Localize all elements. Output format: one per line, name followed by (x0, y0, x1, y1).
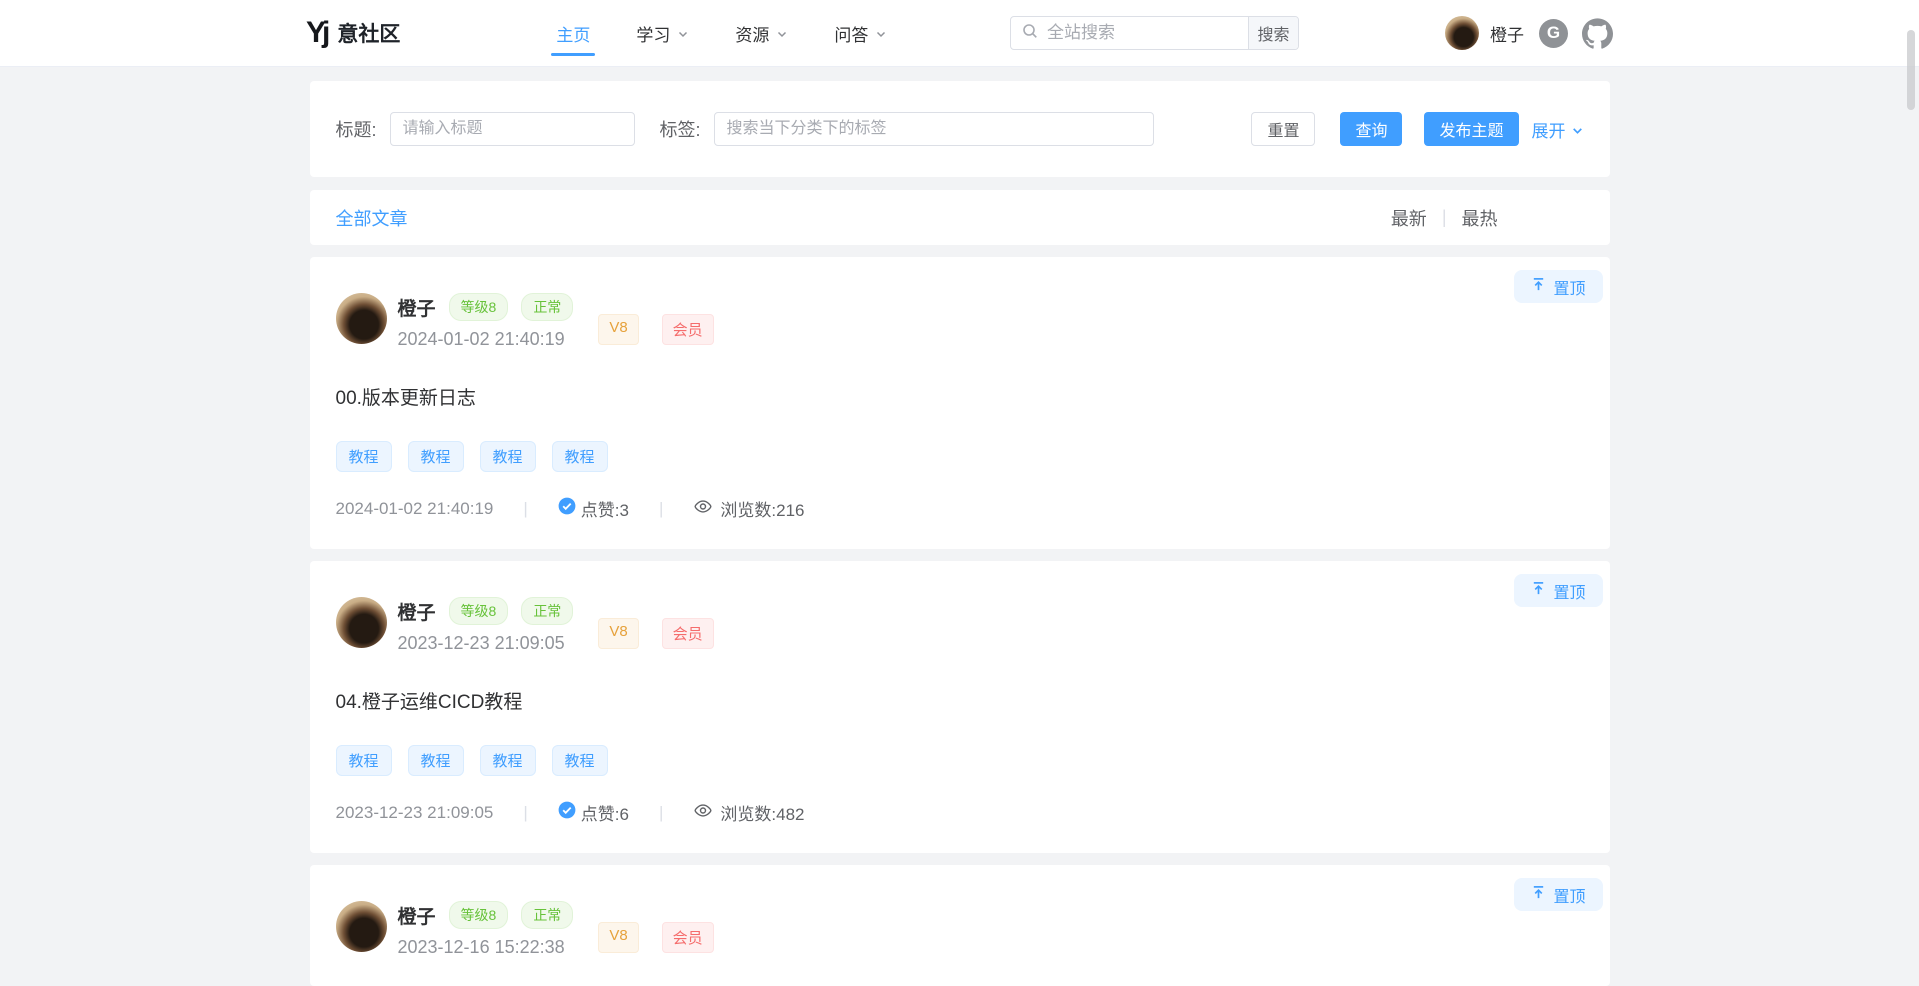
footer-divider: | (659, 499, 663, 519)
views-count: 浏览数:482 (720, 800, 804, 825)
search-button[interactable]: 搜索 (1248, 17, 1298, 49)
chevron-down-icon (875, 28, 887, 40)
search-input[interactable] (1047, 23, 1237, 43)
footer-divider: | (523, 803, 527, 823)
tag-pill[interactable]: 教程 (552, 745, 608, 776)
level-badge: 等级8 (449, 901, 509, 929)
chevron-down-icon (677, 28, 689, 40)
chevron-down-icon (776, 28, 788, 40)
tag-pill[interactable]: 教程 (480, 441, 536, 472)
pin-top-button[interactable]: 置顶 (1514, 878, 1602, 911)
tag-pill[interactable]: 教程 (336, 745, 392, 776)
status-badge: 正常 (521, 597, 573, 625)
pin-top-button[interactable]: 置顶 (1514, 574, 1602, 607)
vip-badge: V8 (598, 618, 638, 649)
post-datetime: 2023-12-23 21:09:05 (398, 633, 574, 654)
post-tags: 教程 教程 教程 教程 (336, 745, 1584, 776)
publish-topic-button[interactable]: 发布主题 (1424, 112, 1518, 146)
post-datetime: 2023-12-16 15:22:38 (398, 937, 574, 958)
views-count: 浏览数:216 (720, 496, 804, 521)
site-logo[interactable]: Yj 意社区 (306, 18, 400, 48)
tag-pill[interactable]: 教程 (336, 441, 392, 472)
footer-datetime: 2023-12-23 21:09:05 (336, 803, 494, 823)
post-card: 置顶 橙子 等级8 正常 2023-12-16 15:22:38 V8 会员 (310, 865, 1610, 986)
like-check-icon (558, 801, 576, 824)
eye-icon (693, 499, 713, 519)
user-avatar[interactable] (1445, 16, 1479, 50)
footer-divider: | (523, 499, 527, 519)
github-icon[interactable] (1582, 18, 1613, 49)
author-name[interactable]: 橙子 (398, 598, 436, 625)
level-badge: 等级8 (449, 293, 509, 321)
post-title[interactable]: 04.橙子运维CICD教程 (336, 687, 1584, 714)
tag-pill[interactable]: 教程 (408, 745, 464, 776)
gitee-icon[interactable]: G (1539, 19, 1568, 48)
likes-count: 点赞:3 (581, 496, 629, 521)
user-name[interactable]: 橙子 (1490, 21, 1524, 46)
query-button[interactable]: 查询 (1340, 112, 1402, 146)
author-avatar[interactable] (336, 293, 387, 344)
arrow-up-from-bar-icon (1531, 277, 1546, 297)
sort-newest[interactable]: 最新 (1391, 205, 1427, 231)
title-filter-label: 标题: (336, 116, 377, 142)
site-title: 意社区 (337, 18, 400, 48)
tag-pill[interactable]: 教程 (408, 441, 464, 472)
arrow-up-from-bar-icon (1531, 581, 1546, 601)
eye-icon (693, 803, 713, 823)
global-search: 搜索 (1010, 16, 1299, 50)
main-nav: 主页 学习 资源 问答 (556, 21, 887, 46)
tag-pill[interactable]: 教程 (552, 441, 608, 472)
level-badge: 等级8 (449, 597, 509, 625)
member-badge: 会员 (662, 314, 714, 345)
post-tags: 教程 教程 教程 教程 (336, 441, 1584, 472)
author-name[interactable]: 橙子 (398, 294, 436, 321)
author-name[interactable]: 橙子 (398, 902, 436, 929)
sort-hottest[interactable]: 最热 (1462, 205, 1498, 231)
title-filter-input[interactable] (390, 112, 635, 146)
author-avatar[interactable] (336, 597, 387, 648)
nav-item-qa[interactable]: 问答 (834, 21, 887, 46)
nav-item-home[interactable]: 主页 (556, 21, 590, 46)
tag-filter-label: 标签: (660, 116, 701, 142)
footer-divider: | (659, 803, 663, 823)
search-icon (1022, 23, 1038, 44)
vip-badge: V8 (598, 314, 638, 345)
nav-item-resources[interactable]: 资源 (735, 21, 788, 46)
nav-item-learn[interactable]: 学习 (636, 21, 689, 46)
sort-divider: | (1442, 207, 1447, 228)
chevron-down-icon (1571, 124, 1584, 137)
top-navbar: Yj 意社区 主页 学习 资源 问答 (0, 0, 1919, 67)
post-datetime: 2024-01-02 21:40:19 (398, 329, 574, 350)
post-title[interactable]: 00.版本更新日志 (336, 383, 1584, 410)
status-badge: 正常 (521, 293, 573, 321)
logo-icon: Yj (306, 18, 326, 48)
tag-filter-input[interactable] (714, 112, 1154, 146)
pin-top-button[interactable]: 置顶 (1514, 270, 1602, 303)
arrow-up-from-bar-icon (1531, 885, 1546, 905)
expand-toggle[interactable]: 展开 (1532, 117, 1584, 142)
post-card: 置顶 橙子 等级8 正常 2024-01-02 21:40:19 V8 会员 0… (310, 257, 1610, 549)
filter-bar: 标题: 标签: 重置 查询 发布主题 展开 (310, 81, 1610, 177)
likes-count: 点赞:6 (581, 800, 629, 825)
like-check-icon (558, 497, 576, 520)
all-articles-link[interactable]: 全部文章 (336, 205, 408, 231)
footer-datetime: 2024-01-02 21:40:19 (336, 499, 494, 519)
user-area: 橙子 G (1445, 16, 1613, 50)
reset-button[interactable]: 重置 (1251, 112, 1315, 146)
tag-pill[interactable]: 教程 (480, 745, 536, 776)
vertical-scrollbar[interactable] (1907, 30, 1915, 110)
status-badge: 正常 (521, 901, 573, 929)
list-header: 全部文章 最新 | 最热 (310, 190, 1610, 245)
member-badge: 会员 (662, 618, 714, 649)
post-card: 置顶 橙子 等级8 正常 2023-12-23 21:09:05 V8 会员 0… (310, 561, 1610, 853)
